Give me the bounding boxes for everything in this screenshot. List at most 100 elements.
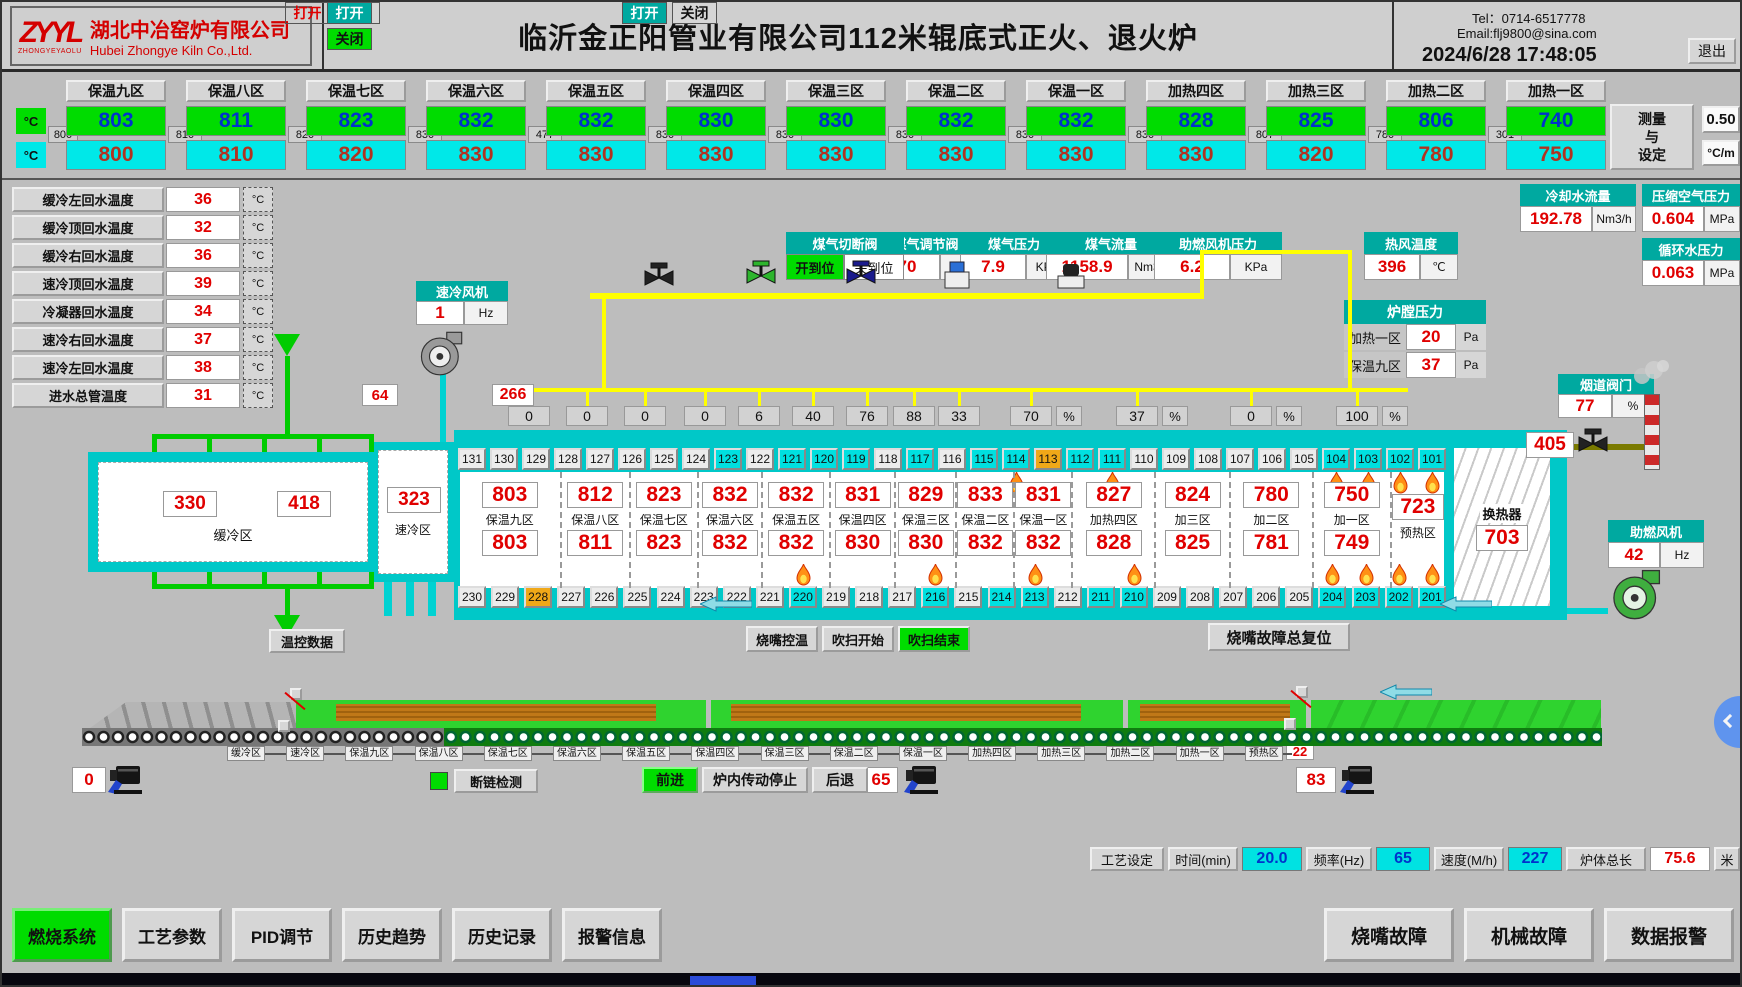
burner-205[interactable]: 205 — [1285, 586, 1313, 608]
chain-check-button[interactable]: 断链检测 — [454, 769, 538, 793]
burner-temp-button[interactable]: 烧嘴控温 — [746, 626, 818, 652]
comb-fan-open-button[interactable]: 打开 — [622, 2, 667, 24]
burner-120[interactable]: 120 — [810, 448, 838, 470]
burner-129[interactable]: 129 — [522, 448, 550, 470]
burner-113[interactable]: 113 — [1034, 448, 1062, 470]
zone-sp[interactable]: 820 — [1266, 140, 1366, 170]
burner-226[interactable]: 226 — [590, 586, 618, 608]
quick-fan-open-button[interactable]: 打开 — [327, 2, 372, 24]
time-value[interactable]: 20.0 — [1242, 847, 1302, 871]
burner-220[interactable]: 220 — [789, 586, 817, 608]
burner-224[interactable]: 224 — [657, 586, 685, 608]
zone-sp[interactable]: 820 — [306, 140, 406, 170]
burner-209[interactable]: 209 — [1153, 586, 1181, 608]
zone-sp[interactable]: 830 — [426, 140, 526, 170]
comb-fan-close-button[interactable]: 关闭 — [672, 2, 717, 24]
toolbar-button-history-trend[interactable]: 历史趋势 — [342, 908, 442, 962]
toolbar-button-history-record[interactable]: 历史记录 — [452, 908, 552, 962]
zone-sp[interactable]: 780 — [1386, 140, 1486, 170]
burner-122[interactable]: 122 — [746, 448, 774, 470]
burner-109[interactable]: 109 — [1162, 448, 1190, 470]
burner-126[interactable]: 126 — [618, 448, 646, 470]
length-value[interactable]: 75.6 — [1650, 847, 1710, 871]
toolbar-button-combustion-system[interactable]: 燃烧系统 — [12, 908, 112, 962]
burner-118[interactable]: 118 — [874, 448, 902, 470]
burner-106[interactable]: 106 — [1258, 448, 1286, 470]
burner-125[interactable]: 125 — [650, 448, 678, 470]
burner-227[interactable]: 227 — [557, 586, 585, 608]
measure-set-button[interactable]: 测量 与 设定 — [1610, 104, 1694, 170]
burner-124[interactable]: 124 — [682, 448, 710, 470]
purge-end-button[interactable]: 吹扫结束 — [898, 626, 970, 652]
burner-127[interactable]: 127 — [586, 448, 614, 470]
burner-204[interactable]: 204 — [1318, 586, 1346, 608]
burner-203[interactable]: 203 — [1352, 586, 1380, 608]
length-unit-button[interactable]: 米 — [1714, 847, 1740, 871]
zone-sp[interactable]: 830 — [1146, 140, 1246, 170]
burner-229[interactable]: 229 — [491, 586, 519, 608]
speed-value[interactable]: 227 — [1508, 847, 1562, 871]
burner-221[interactable]: 221 — [756, 586, 784, 608]
zone-sp[interactable]: 830 — [906, 140, 1006, 170]
forward-button[interactable]: 前进 — [642, 767, 698, 793]
backward-button[interactable]: 后退 — [812, 767, 868, 793]
edge-nav-button[interactable] — [1714, 696, 1742, 748]
zone-sp[interactable]: 830 — [786, 140, 886, 170]
burner-230[interactable]: 230 — [458, 586, 486, 608]
burner-reset-button[interactable]: 烧嘴故障总复位 — [1208, 623, 1350, 651]
burner-211[interactable]: 211 — [1087, 586, 1115, 608]
burner-119[interactable]: 119 — [842, 448, 870, 470]
burner-110[interactable]: 110 — [1130, 448, 1158, 470]
burner-128[interactable]: 128 — [554, 448, 582, 470]
burner-121[interactable]: 121 — [778, 448, 806, 470]
burner-103[interactable]: 103 — [1354, 448, 1382, 470]
toolbar-button-pid-tuning[interactable]: PID调节 — [232, 908, 332, 962]
temp-data-button[interactable]: 温控数据 — [269, 629, 345, 653]
burner-202[interactable]: 202 — [1385, 586, 1413, 608]
zone-sp[interactable]: 750 — [1506, 140, 1606, 170]
burner-212[interactable]: 212 — [1054, 586, 1082, 608]
burner-107[interactable]: 107 — [1226, 448, 1254, 470]
burner-101[interactable]: 101 — [1418, 448, 1446, 470]
burner-213[interactable]: 213 — [1021, 586, 1049, 608]
burner-214[interactable]: 214 — [988, 586, 1016, 608]
purge-start-button[interactable]: 吹扫开始 — [822, 626, 894, 652]
burner-225[interactable]: 225 — [623, 586, 651, 608]
toolbar-button-process-params[interactable]: 工艺参数 — [122, 908, 222, 962]
burner-112[interactable]: 112 — [1066, 448, 1094, 470]
zone-sp[interactable]: 830 — [1026, 140, 1126, 170]
freq-value[interactable]: 65 — [1376, 847, 1430, 871]
burner-114[interactable]: 114 — [1002, 448, 1030, 470]
burner-105[interactable]: 105 — [1290, 448, 1318, 470]
burner-111[interactable]: 111 — [1098, 448, 1126, 470]
burner-108[interactable]: 108 — [1194, 448, 1222, 470]
burner-216[interactable]: 216 — [921, 586, 949, 608]
toolbar-button-data-alarm[interactable]: 数据报警 — [1604, 908, 1734, 962]
zone-sp[interactable]: 830 — [666, 140, 766, 170]
burner-228[interactable]: 228 — [524, 586, 552, 608]
stop-button[interactable]: 炉内传动停止 — [702, 767, 808, 793]
burner-104[interactable]: 104 — [1322, 448, 1350, 470]
exit-button[interactable]: 退出 — [1688, 38, 1736, 64]
process-settings-button[interactable]: 工艺设定 — [1090, 847, 1164, 871]
burner-210[interactable]: 210 — [1120, 586, 1148, 608]
quick-fan-close-button[interactable]: 关闭 — [327, 28, 372, 50]
toolbar-button-mechanical-fault[interactable]: 机械故障 — [1464, 908, 1594, 962]
zone-sp[interactable]: 810 — [186, 140, 286, 170]
zone-sp[interactable]: 800 — [66, 140, 166, 170]
burner-117[interactable]: 117 — [906, 448, 934, 470]
burner-206[interactable]: 206 — [1252, 586, 1280, 608]
burner-207[interactable]: 207 — [1219, 586, 1247, 608]
burner-116[interactable]: 116 — [938, 448, 966, 470]
burner-131[interactable]: 131 — [458, 448, 486, 470]
burner-219[interactable]: 219 — [822, 586, 850, 608]
burner-208[interactable]: 208 — [1186, 586, 1214, 608]
burner-215[interactable]: 215 — [954, 586, 982, 608]
burner-123[interactable]: 123 — [714, 448, 742, 470]
burner-102[interactable]: 102 — [1386, 448, 1414, 470]
burner-115[interactable]: 115 — [970, 448, 998, 470]
toolbar-button-alarm-info[interactable]: 报警信息 — [562, 908, 662, 962]
zone-sp[interactable]: 830 — [546, 140, 646, 170]
toolbar-button-burner-fault[interactable]: 烧嘴故障 — [1324, 908, 1454, 962]
burner-130[interactable]: 130 — [490, 448, 518, 470]
